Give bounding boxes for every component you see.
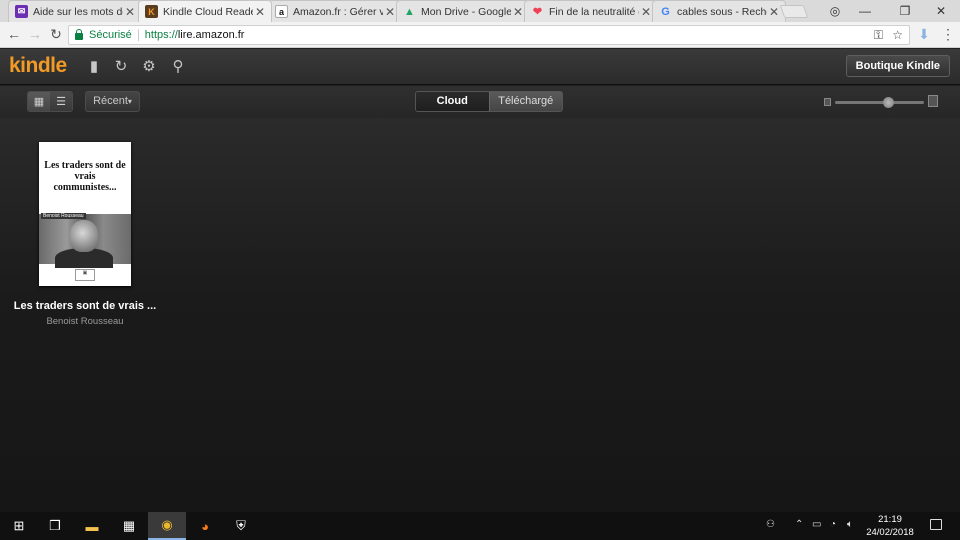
- new-tab-button[interactable]: [779, 5, 809, 18]
- library-toolbar: ▦ ☰ Récent▾ Cloud Téléchargé: [0, 86, 960, 118]
- browser-toolbar: ← → ↻ Sécurisé https://lire.amazon.fr ⚿ …: [0, 22, 960, 48]
- list-view-icon[interactable]: ☰: [50, 92, 72, 111]
- minimize-icon[interactable]: —: [846, 0, 884, 22]
- windows-taskbar: ⊞ ❒ ▬ ▦ ◉ ◕ ⛨ ⚇ ⌃ ▭ ◔ 🔈︎ 21:19 24/02/201…: [0, 512, 960, 540]
- wifi-icon[interactable]: ◔: [830, 519, 836, 530]
- calculator-icon[interactable]: ▦: [110, 512, 148, 540]
- clock-time: 21:19: [878, 514, 902, 525]
- forward-icon[interactable]: →: [27, 26, 43, 42]
- url-text[interactable]: https://lire.amazon.fr: [145, 29, 245, 41]
- close-tab-icon[interactable]: ✕: [513, 5, 523, 19]
- tab-downloaded[interactable]: Téléchargé: [488, 92, 562, 111]
- browser-tab[interactable]: G cables sous - Reche ✕: [652, 0, 786, 22]
- small-cover-icon: [824, 98, 831, 106]
- tab-title: Aide sur les mots de: [33, 5, 123, 18]
- book-item[interactable]: Les traders sont de vrais communistes...…: [10, 142, 160, 327]
- book-author: Benoist Rousseau: [46, 316, 124, 327]
- menu-icon[interactable]: ⋮: [940, 26, 956, 42]
- tab-title: Fin de la neutralité d: [549, 5, 639, 18]
- book-cover[interactable]: Les traders sont de vrais communistes...…: [39, 142, 131, 286]
- app-shield-icon[interactable]: ⛨: [222, 512, 260, 540]
- url-host: lire.amazon.fr: [177, 29, 245, 41]
- amazon-icon: a: [275, 5, 288, 18]
- browser-tab[interactable]: a Amazon.fr : Gérer vo ✕: [268, 0, 402, 22]
- tab-title: Amazon.fr : Gérer vo: [293, 5, 383, 18]
- secure-label: Sécurisé: [89, 29, 132, 41]
- grid-view-icon[interactable]: ▦: [28, 92, 50, 111]
- slider-thumb[interactable]: [882, 97, 894, 108]
- tab-title: Kindle Cloud Reader: [163, 5, 253, 18]
- back-icon[interactable]: ←: [6, 26, 22, 42]
- close-tab-icon[interactable]: ✕: [641, 5, 651, 19]
- close-tab-icon[interactable]: ✕: [769, 5, 779, 19]
- kindle-header: kindle ▮ ↻ ⚙ ⚲ Boutique Kindle: [0, 49, 960, 85]
- key-icon[interactable]: ⚿: [874, 28, 883, 43]
- tab-title: Mon Drive - Google: [421, 5, 511, 18]
- sort-dropdown[interactable]: Récent▾: [85, 91, 140, 112]
- chrome-icon[interactable]: ◉: [148, 512, 186, 540]
- action-center-icon[interactable]: [930, 519, 942, 530]
- secure-indicator[interactable]: Sécurisé: [75, 29, 132, 41]
- close-window-icon[interactable]: ✕: [922, 0, 960, 22]
- address-bar[interactable]: Sécurisé https://lire.amazon.fr ⚿ ☆: [68, 25, 910, 45]
- browser-tab[interactable]: ❤ Fin de la neutralité d ✕: [524, 0, 658, 22]
- battery-icon[interactable]: ▭: [812, 519, 821, 530]
- library-grid: Les traders sont de vrais communistes...…: [0, 118, 960, 512]
- pocket-icon: ❤: [532, 6, 543, 18]
- sort-label: Récent: [93, 95, 128, 107]
- task-view-icon[interactable]: ❒: [36, 512, 74, 540]
- browser-tab-active[interactable]: K Kindle Cloud Reader ✕: [138, 0, 272, 22]
- divider: [137, 29, 139, 41]
- google-drive-icon: ▲: [404, 5, 415, 18]
- slider-track[interactable]: [835, 101, 924, 104]
- browser-tab[interactable]: ✉ Aide sur les mots de ✕: [8, 0, 142, 22]
- sync-icon[interactable]: ↻: [112, 58, 130, 76]
- close-tab-icon[interactable]: ✕: [255, 5, 265, 19]
- people-icon[interactable]: ⚇: [766, 519, 775, 530]
- kindle-logo[interactable]: kindle: [9, 54, 67, 78]
- windows-start-icon[interactable]: ⊞: [0, 512, 38, 540]
- cover-size-slider[interactable]: [824, 95, 938, 109]
- large-cover-icon: [928, 95, 938, 107]
- lock-icon: [75, 29, 83, 40]
- close-tab-icon[interactable]: ✕: [385, 5, 395, 19]
- system-clock[interactable]: 21:19 24/02/2018: [864, 513, 916, 539]
- clock-date: 24/02/2018: [866, 527, 914, 538]
- chevron-down-icon: ▾: [127, 97, 132, 106]
- restore-icon[interactable]: ❐: [886, 0, 924, 22]
- browser-tab[interactable]: ▲ Mon Drive - Google ✕: [396, 0, 530, 22]
- url-scheme: https://: [144, 29, 178, 41]
- kindle-store-button[interactable]: Boutique Kindle: [845, 55, 950, 77]
- settings-gear-icon[interactable]: ⚙: [140, 58, 158, 76]
- show-hidden-icons-chevron-icon[interactable]: ⌃: [795, 519, 803, 530]
- reload-icon[interactable]: ↻: [48, 26, 64, 42]
- kindle-icon: K: [145, 5, 158, 18]
- view-mode-toggle: ▦ ☰: [27, 91, 73, 112]
- cover-author: Benoist Rousseau: [41, 213, 86, 219]
- yahoo-mail-icon: ✉: [15, 5, 28, 18]
- library-source-switch: Cloud Téléchargé: [415, 91, 563, 112]
- publisher-logo: ▣: [75, 269, 95, 281]
- library-icon[interactable]: ▮: [85, 58, 103, 76]
- close-tab-icon[interactable]: ✕: [125, 5, 135, 19]
- book-title[interactable]: Les traders sont de vrais ...: [10, 300, 160, 312]
- bookmark-star-icon[interactable]: ☆: [892, 28, 903, 42]
- cover-photo: [39, 214, 131, 268]
- search-icon[interactable]: ⚲: [169, 58, 187, 76]
- download-extension-icon[interactable]: ⬇: [916, 26, 932, 42]
- cover-title: Les traders sont de vrais communistes...: [44, 160, 126, 193]
- file-explorer-icon[interactable]: ▬: [73, 512, 111, 540]
- browser-tab-strip: ✉ Aide sur les mots de ✕ K Kindle Cloud …: [0, 0, 960, 22]
- google-icon: G: [661, 5, 670, 18]
- tab-title: cables sous - Reche: [677, 5, 767, 18]
- cover-figure-head: [70, 220, 98, 252]
- tab-cloud[interactable]: Cloud: [416, 92, 489, 111]
- firefox-icon[interactable]: ◕: [186, 512, 224, 540]
- volume-icon[interactable]: 🔈︎: [847, 519, 853, 530]
